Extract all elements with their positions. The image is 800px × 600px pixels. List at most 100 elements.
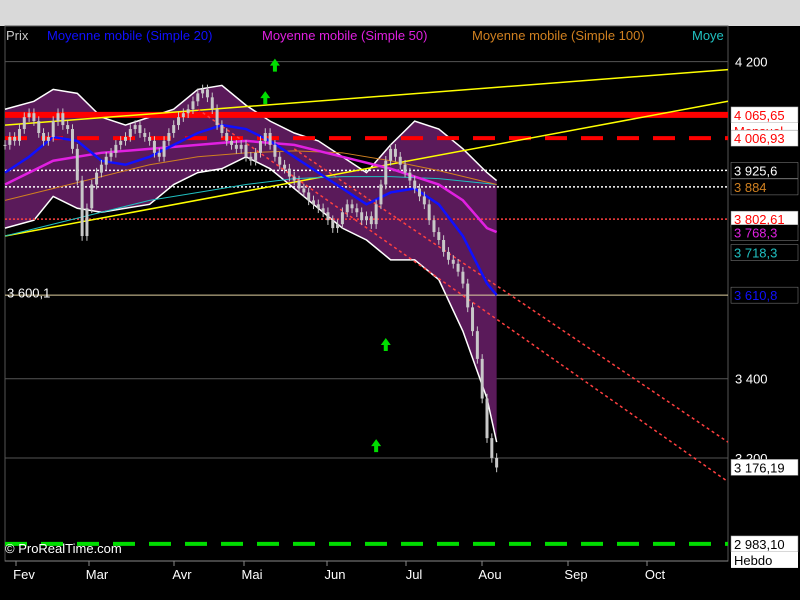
price-body-95 [461,271,465,284]
price-body-63 [307,192,311,201]
price-body-55 [268,133,272,145]
price-body-23 [114,144,118,153]
price-body-1 [8,136,12,145]
price-body-74 [360,212,364,221]
x-tick-label-5: Jul [406,567,423,582]
price-body-76 [369,216,373,225]
price-body-53 [258,140,262,153]
price-body-14 [70,129,74,149]
price-body-87 [422,196,426,205]
price-body-92 [446,251,450,260]
price-body-85 [413,180,417,189]
price-body-20 [99,164,103,173]
x-tick-label-7: Sep [564,567,587,582]
price-body-22 [109,152,113,157]
legend-item-0: Prix [6,28,29,43]
price-body-18 [90,184,94,209]
price-body-0 [3,144,7,146]
price-body-81 [393,148,397,157]
price-body-71 [345,204,349,213]
price-body-24 [119,140,123,145]
plot-frame [4,25,729,562]
legend-item-4: Moye [692,28,724,43]
price-body-42 [205,89,209,98]
price-body-31 [152,140,156,153]
price-body-10 [51,121,55,137]
price-body-17 [85,208,89,237]
price-body-68 [331,220,335,229]
price-body-56 [273,144,277,157]
x-tick-label-3: Mai [242,567,263,582]
price-body-67 [326,212,330,221]
price-body-78 [379,184,383,205]
price-body-7 [37,121,41,133]
price-body-43 [210,97,214,110]
price-body-64 [311,200,315,205]
price-body-82 [398,156,402,165]
y-tick-label-1: 3 400 [735,372,768,387]
price-body-54 [263,133,267,141]
up-arrow-icon-1 [260,91,271,105]
price-body-102 [495,457,499,468]
price-body-60 [292,176,296,181]
price-body-48 [234,144,238,149]
price-body-84 [408,172,412,181]
price-body-96 [466,283,470,308]
price-body-15 [75,148,79,181]
price-body-50 [244,144,248,157]
price-body-35 [172,125,176,133]
up-arrow-icon-2 [380,338,391,352]
x-tick-label-6: Aou [478,567,501,582]
up-arrow-icon-3 [371,439,382,453]
level-label-7: 3 610,8 [734,288,777,303]
price-body-79 [384,160,388,185]
price-body-99 [480,358,484,399]
up-arrow-icon-0 [269,58,280,72]
price-body-41 [201,89,205,94]
level-label-2: 3 925,6 [734,163,777,178]
price-body-77 [374,204,378,225]
price-chart[interactable]: 4 2003 4003 2004 065,65Mensuel4 006,933 … [0,0,800,600]
price-body-5 [27,113,31,118]
price-body-6 [32,113,36,122]
price-body-70 [340,212,344,225]
price-body-86 [418,188,422,197]
price-body-21 [104,156,108,165]
price-body-33 [162,140,166,157]
price-body-8 [42,133,46,141]
legend-item-3: Moyenne mobile (Simple 100) [472,28,645,43]
price-body-52 [254,152,258,161]
chart-legend: Prix Moyenne mobile (Simple 20) Moyenne mo… [6,28,724,43]
legend-item-2: Moyenne mobile (Simple 50) [262,28,427,43]
price-body-91 [442,240,446,252]
left-level-label: 3 600,1 [7,285,50,300]
price-body-88 [427,204,431,221]
grid-layer [4,25,729,562]
price-body-80 [389,148,393,161]
price-body-46 [225,133,229,141]
price-body-13 [66,125,70,130]
price-body-57 [278,156,282,165]
price-body-25 [124,136,127,141]
price-body-98 [475,331,479,359]
price-body-3 [17,129,21,141]
price-body-73 [355,208,359,213]
price-body-94 [456,263,460,272]
level-label-5: 3 768,3 [734,226,777,241]
level-label-9: 2 983,10 [734,537,785,552]
x-tick-label-8: Oct [645,567,666,582]
price-body-61 [297,180,301,189]
price-body-100 [485,398,489,439]
legend-item-1: Moyenne mobile (Simple 20) [47,28,212,43]
price-body-93 [451,259,455,264]
price-body-49 [239,144,243,149]
price-body-40 [196,93,200,102]
price-body-4 [22,117,26,130]
price-body-12 [61,113,65,126]
price-body-72 [350,204,354,209]
price-body-69 [336,224,340,229]
y-tick-label-0: 4 200 [735,55,768,70]
price-body-29 [143,133,147,137]
x-tick-label-1: Mar [86,567,109,582]
price-body-11 [56,113,60,122]
